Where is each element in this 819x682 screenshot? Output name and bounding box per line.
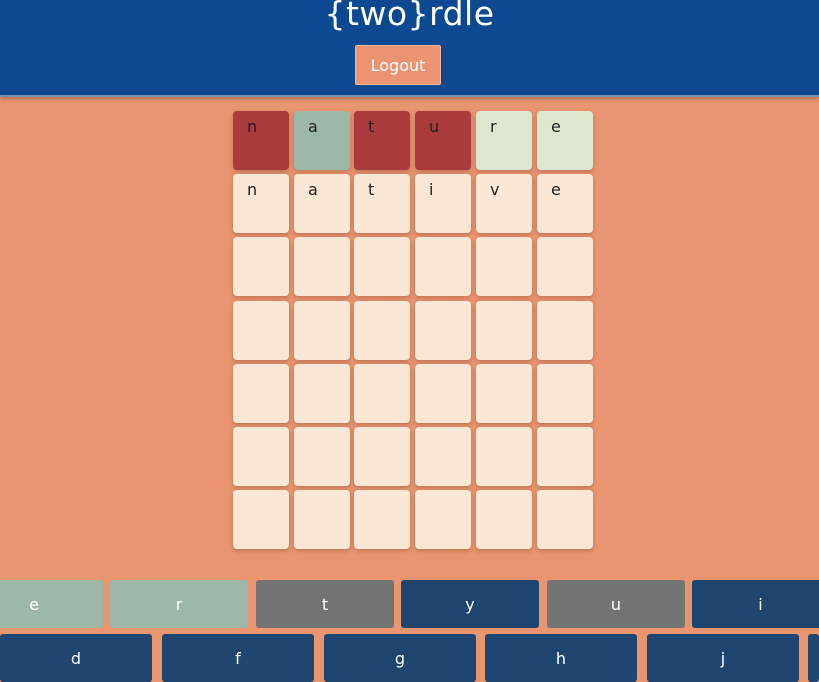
key-y[interactable]: y: [401, 580, 539, 628]
on-screen-keyboard: ertyui dfghj: [0, 576, 819, 682]
board-tile: [537, 427, 593, 486]
board-tile: [294, 490, 350, 549]
board-tile: [233, 490, 289, 549]
board-tile: a: [294, 111, 350, 170]
board-tile: e: [537, 174, 593, 233]
board-tile: [415, 364, 471, 423]
board-tile: [415, 301, 471, 360]
key-e[interactable]: e: [0, 580, 103, 628]
board-tile: [415, 237, 471, 296]
app-header: {two}rdle Logout: [0, 0, 819, 97]
tile-letter: i: [429, 180, 434, 199]
tile-letter: a: [308, 180, 318, 199]
board-tile: [354, 301, 410, 360]
key-g[interactable]: g: [324, 634, 476, 682]
tile-letter: e: [551, 117, 561, 136]
tile-letter: v: [490, 180, 500, 199]
board-tile: a: [294, 174, 350, 233]
board-tile: [233, 301, 289, 360]
key-h[interactable]: h: [485, 634, 637, 682]
board-tile: [294, 427, 350, 486]
logout-button[interactable]: Logout: [355, 45, 441, 85]
board-tile: [476, 364, 532, 423]
tile-letter: n: [247, 117, 258, 136]
tile-letter: n: [247, 180, 258, 199]
board-tile: [415, 427, 471, 486]
tile-letter: t: [368, 117, 375, 136]
board-tile: [537, 490, 593, 549]
board-tile: [294, 301, 350, 360]
tile-letter: a: [308, 117, 318, 136]
key-t[interactable]: t: [256, 580, 394, 628]
board-tile: n: [233, 174, 289, 233]
tile-letter: r: [490, 117, 497, 136]
key-u[interactable]: u: [547, 580, 685, 628]
tile-letter: t: [368, 180, 375, 199]
tile-letter: e: [551, 180, 561, 199]
tile-letter: u: [429, 117, 440, 136]
board-tile: [476, 427, 532, 486]
app-title: {two}rdle: [324, 0, 495, 33]
board-tile: [354, 237, 410, 296]
key-j[interactable]: j: [647, 634, 799, 682]
board-tile: t: [354, 111, 410, 170]
key-d[interactable]: d: [0, 634, 152, 682]
board-tile: t: [354, 174, 410, 233]
board-tile: [537, 237, 593, 296]
board-tile: e: [537, 111, 593, 170]
board-tile: [233, 364, 289, 423]
board-tile: [354, 490, 410, 549]
board-tile: v: [476, 174, 532, 233]
board-tile: [415, 490, 471, 549]
board-tile: [294, 364, 350, 423]
board-tile: r: [476, 111, 532, 170]
key-f[interactable]: f: [162, 634, 314, 682]
board-tile: [294, 237, 350, 296]
board-tile: [476, 490, 532, 549]
key-partial[interactable]: [808, 634, 819, 682]
board-tile: [537, 364, 593, 423]
board-tile: [233, 427, 289, 486]
board-tile: [476, 301, 532, 360]
board-tile: [354, 364, 410, 423]
board-tile: i: [415, 174, 471, 233]
board-tile: [354, 427, 410, 486]
board-tile: [476, 237, 532, 296]
key-r[interactable]: r: [110, 580, 248, 628]
board-tile: u: [415, 111, 471, 170]
key-i[interactable]: i: [692, 580, 819, 628]
board-tile: [537, 301, 593, 360]
board-tile: [233, 237, 289, 296]
board-tile: n: [233, 111, 289, 170]
